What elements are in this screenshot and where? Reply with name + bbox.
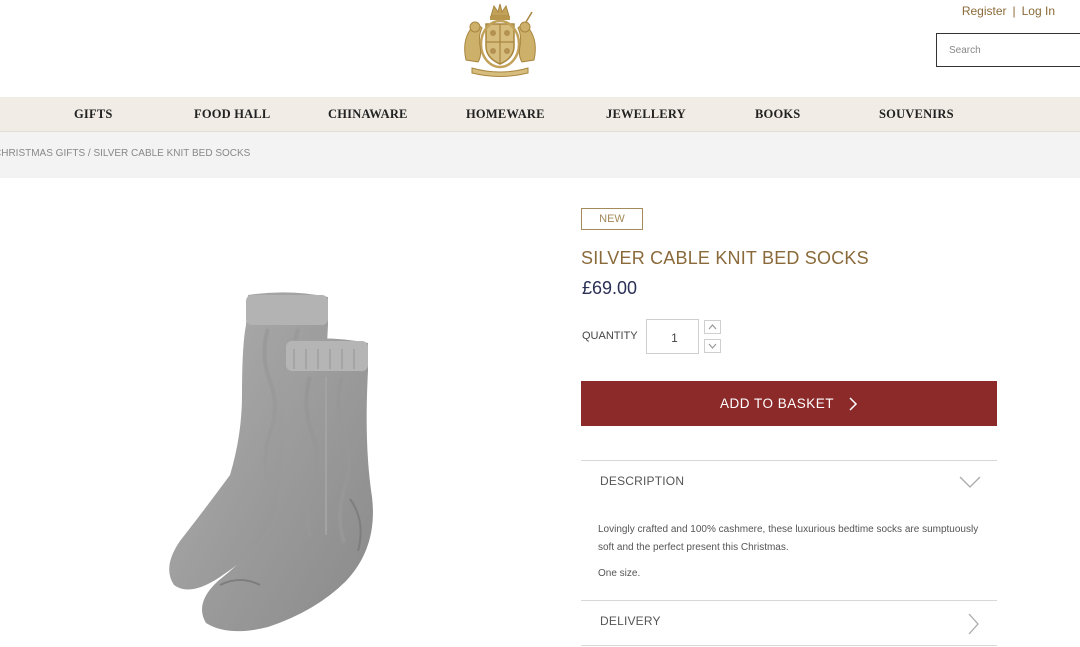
chevron-up-icon <box>708 324 717 330</box>
nav-item-books[interactable]: BOOKS <box>755 97 800 131</box>
product-title: SILVER CABLE KNIT BED SOCKS <box>581 248 869 268</box>
breadcrumb[interactable]: CHRISTMAS GIFTS / SILVER CABLE KNIT BED … <box>0 148 250 159</box>
description-body: Lovingly crafted and 100% cashmere, thes… <box>598 521 988 591</box>
description-label: DESCRIPTION <box>600 474 685 488</box>
link-separator: | <box>1012 4 1016 18</box>
nav-item-souvenirs[interactable]: SOUVENIRS <box>879 97 954 131</box>
register-link[interactable]: Register <box>962 4 1007 18</box>
nav-item-jewellery[interactable]: JEWELLERY <box>606 97 686 131</box>
description-toggle[interactable]: DESCRIPTION <box>581 461 997 501</box>
delivery-toggle[interactable]: DELIVERY <box>581 601 997 641</box>
nav-item-gifts[interactable]: GIFTS <box>74 97 113 131</box>
royal-crest-logo[interactable] <box>458 2 542 78</box>
quantity-decrease-button[interactable] <box>704 339 721 353</box>
chevron-right-icon <box>967 613 979 640</box>
product-price: £69.00 <box>582 278 638 298</box>
nav-item-food-hall[interactable]: FOOD HALL <box>194 97 270 131</box>
breadcrumb-bar: CHRISTMAS GIFTS / SILVER CABLE KNIT BED … <box>0 132 1080 178</box>
search-box <box>936 33 1080 67</box>
quantity-label: QUANTITY <box>582 330 638 342</box>
chevron-right-icon <box>848 396 858 411</box>
size-text: One size. <box>598 568 641 579</box>
chevron-down-icon <box>708 343 717 349</box>
quantity-input[interactable] <box>647 320 702 355</box>
quantity-box <box>646 319 702 355</box>
login-link[interactable]: Log In <box>1022 4 1055 18</box>
crest-icon <box>464 3 536 77</box>
quantity-increase-button[interactable] <box>704 320 721 334</box>
delivery-label: DELIVERY <box>600 614 661 628</box>
new-badge: NEW <box>581 208 643 230</box>
grey-socks-icon <box>169 292 373 632</box>
nav-item-chinaware[interactable]: CHINAWARE <box>328 97 408 131</box>
divider <box>581 645 997 646</box>
nav-item-homeware[interactable]: HOMEWARE <box>466 97 545 131</box>
description-text: Lovingly crafted and 100% cashmere, thes… <box>598 524 979 553</box>
search-input[interactable] <box>937 34 1080 66</box>
add-to-basket-label: ADD TO BASKET <box>719 396 835 411</box>
product-image[interactable] <box>160 285 390 635</box>
chevron-down-icon <box>959 475 981 494</box>
account-links: Register | Log In <box>962 4 1055 18</box>
main-nav: GIFTS FOOD HALL CHINAWARE HOMEWARE JEWEL… <box>0 97 1080 132</box>
add-to-basket-button[interactable]: ADD TO BASKET <box>581 381 997 426</box>
